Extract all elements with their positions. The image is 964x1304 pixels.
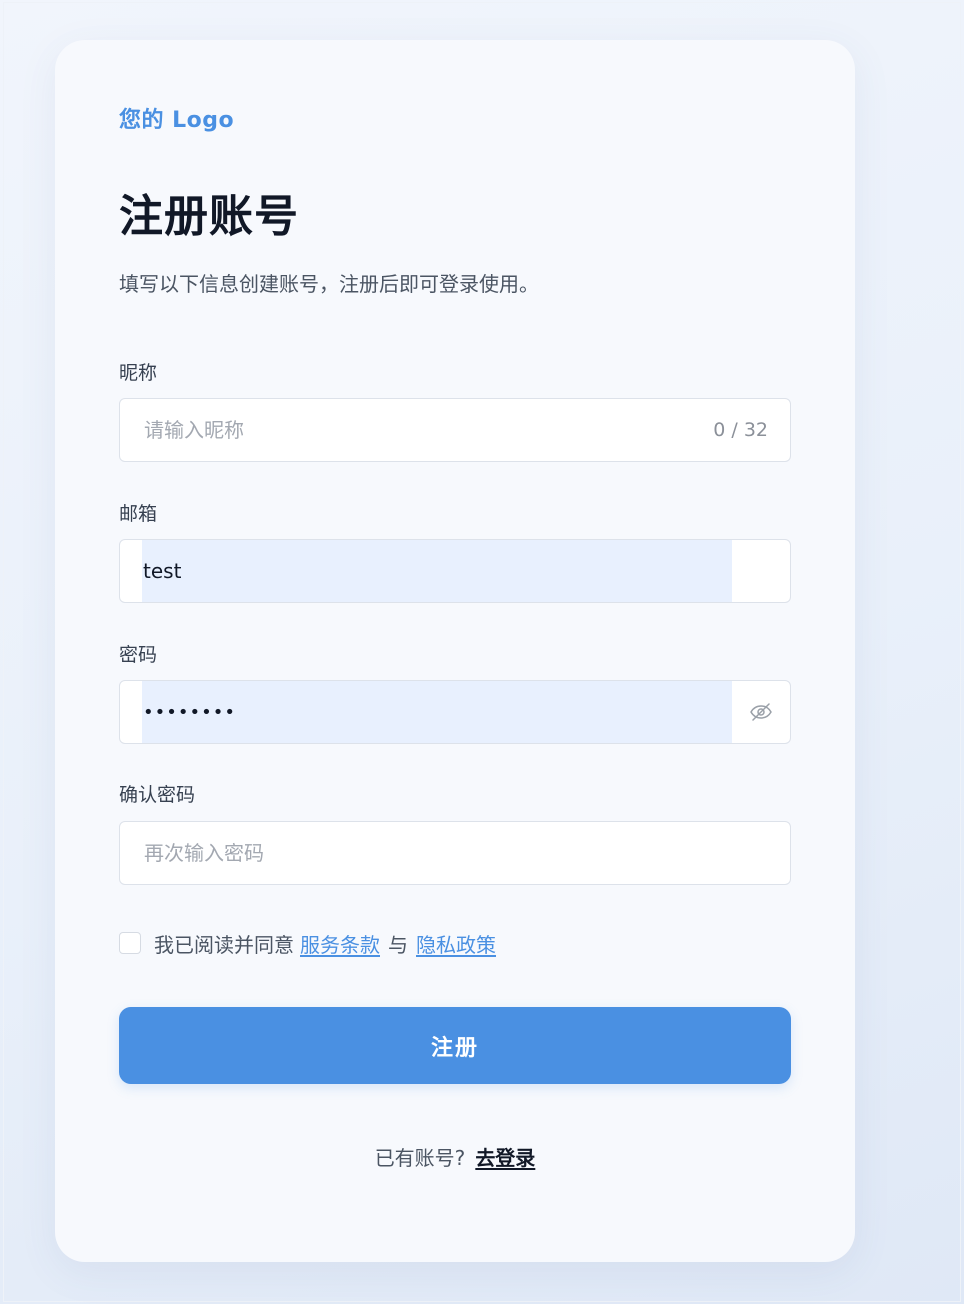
email-field[interactable] (119, 539, 791, 603)
nickname-input[interactable] (120, 399, 790, 461)
register-button[interactable]: 注册 (119, 1007, 791, 1084)
agreement-checkbox[interactable] (119, 932, 141, 954)
password-label: 密码 (119, 644, 158, 666)
nickname-label: 昵称 (119, 362, 158, 384)
eye-off-icon (750, 703, 772, 721)
agreement-prefix: 我已阅读并同意 (154, 932, 294, 957)
confirm-password-input[interactable] (120, 822, 790, 884)
go-login-link[interactable]: 去登录 (475, 1146, 535, 1170)
nickname-char-counter: 0 / 32 (713, 419, 768, 441)
login-prompt-text: 已有账号? (374, 1146, 466, 1170)
page-title: 注册账号 (119, 191, 299, 242)
terms-of-service-link[interactable]: 服务条款 (300, 929, 380, 958)
agreement-row: 我已阅读并同意 服务条款 与 隐私政策 (119, 926, 496, 960)
agreement-separator: 与 (388, 932, 408, 957)
password-input[interactable] (120, 681, 790, 743)
password-field[interactable] (119, 680, 791, 744)
confirm-password-field[interactable] (119, 821, 791, 885)
email-label: 邮箱 (119, 503, 158, 525)
email-input[interactable] (120, 540, 790, 602)
register-card: 您的 Logo 注册账号 填写以下信息创建账号，注册后即可登录使用。 昵称 0 … (55, 40, 855, 1262)
nickname-field[interactable]: 0 / 32 (119, 398, 791, 462)
login-prompt-row: 已有账号? 去登录 (55, 1142, 855, 1171)
confirm-password-label: 确认密码 (119, 784, 196, 806)
toggle-password-visibility-button[interactable] (732, 681, 790, 743)
brand-logo[interactable]: 您的 Logo (119, 102, 234, 134)
page-subtitle: 填写以下信息创建账号，注册后即可登录使用。 (119, 272, 539, 296)
privacy-policy-link[interactable]: 隐私政策 (416, 929, 496, 958)
